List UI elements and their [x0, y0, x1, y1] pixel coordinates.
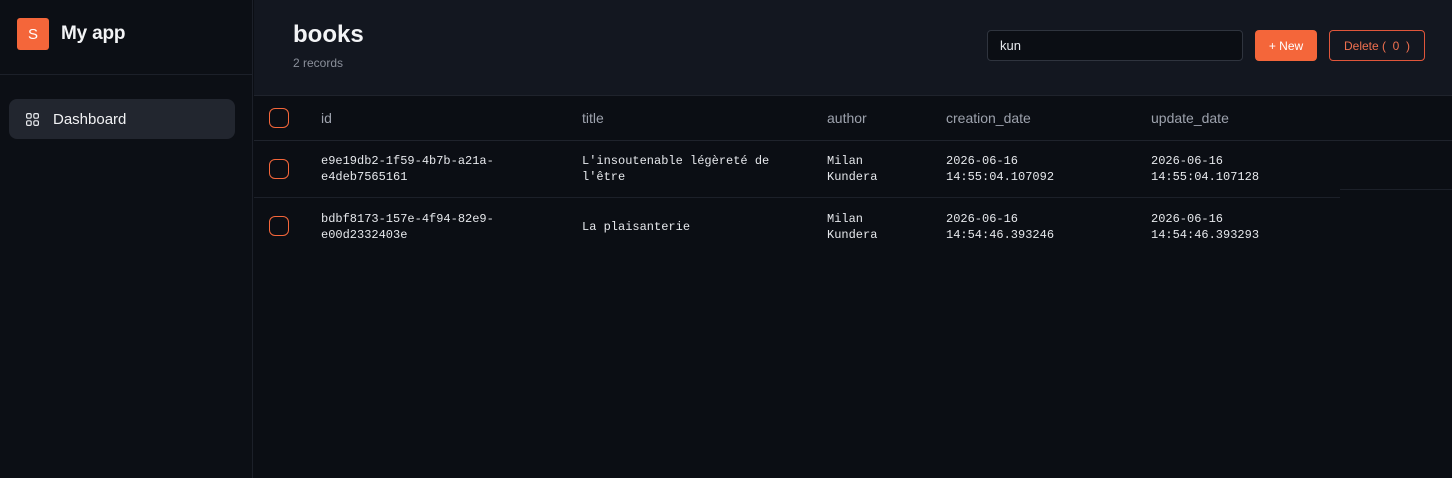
delete-button[interactable]: Delete ( 0 ) — [1329, 30, 1425, 61]
row-divider — [254, 197, 1340, 198]
cell-creation-date: 2026-06-16 14:55:04.107092 — [946, 154, 1055, 184]
main-content: books 2 records + New Delete ( 0 ) id ti… — [254, 0, 1452, 478]
row-checkbox[interactable] — [269, 216, 289, 236]
sidebar-item-label: Dashboard — [53, 110, 127, 128]
cell-author: Milan Kundera — [827, 212, 878, 242]
cell-update-date: 2026-06-16 14:54:46.393293 — [1151, 212, 1260, 242]
brand[interactable]: S My app — [0, 0, 252, 75]
row-divider — [1340, 189, 1452, 190]
records-table: id title author creation_date update_dat… — [254, 96, 1452, 255]
table-row[interactable]: e9e19db2-1f59-4b7b-a21a-e4deb7565161 L'i… — [254, 141, 1452, 198]
table-row[interactable]: bdbf8173-157e-4f94-82e9- e00d2332403e La … — [254, 198, 1452, 255]
cell-author: Milan Kundera — [827, 154, 878, 184]
column-header-id[interactable]: id — [321, 110, 332, 126]
select-all-checkbox[interactable] — [269, 108, 289, 128]
column-header-update-date[interactable]: update_date — [1151, 110, 1229, 126]
app-name: My app — [61, 23, 126, 44]
page-title: books — [293, 21, 364, 48]
search-input[interactable] — [987, 30, 1243, 61]
column-header-title[interactable]: title — [582, 110, 604, 126]
cell-title: L'insoutenable légèreté de l'être — [582, 154, 770, 184]
cell-update-date: 2026-06-16 14:55:04.107128 — [1151, 154, 1260, 184]
column-header-creation-date[interactable]: creation_date — [946, 110, 1031, 126]
row-checkbox[interactable] — [269, 159, 289, 179]
table-header: id title author creation_date update_dat… — [254, 96, 1452, 141]
sidebar-nav: Dashboard — [0, 75, 252, 139]
grid-icon — [26, 112, 39, 126]
page-header: books 2 records + New Delete ( 0 ) — [254, 0, 1452, 96]
sidebar: S My app Dashboard — [0, 0, 253, 478]
cell-id: bdbf8173-157e-4f94-82e9- e00d2332403e — [321, 212, 494, 242]
cell-id: e9e19db2-1f59-4b7b-a21a-e4deb7565161 — [321, 154, 494, 184]
sidebar-item-dashboard[interactable]: Dashboard — [9, 99, 235, 139]
new-button[interactable]: + New — [1255, 30, 1317, 61]
app-logo: S — [17, 18, 49, 50]
cell-title: La plaisanterie — [582, 220, 691, 234]
column-header-author[interactable]: author — [827, 110, 867, 126]
record-count: 2 records — [293, 56, 344, 70]
cell-creation-date: 2026-06-16 14:54:46.393246 — [946, 212, 1055, 242]
